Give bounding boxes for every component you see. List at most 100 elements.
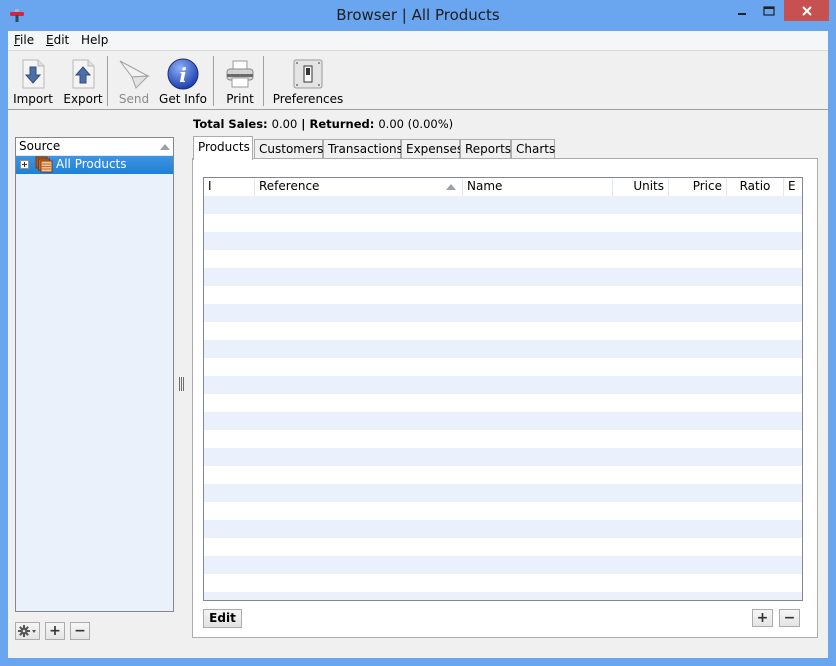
column-header-price[interactable]: Price [669,178,727,196]
menu-file[interactable]: File [14,33,34,47]
table-header: I Reference Name Units Price Ratio E [204,178,802,196]
totals-summary: Total Sales: 0.00 | Returned: 0.00 (0.00… [193,117,453,131]
empty-table-row [204,448,802,466]
gear-dropdown-icon [17,625,36,637]
empty-table-row [204,412,802,430]
expand-icon[interactable] [20,160,29,169]
print-button[interactable]: Print [218,54,262,108]
add-product-button[interactable]: + [752,609,773,627]
empty-table-row [204,322,802,340]
minimize-icon [738,12,746,15]
product-stack-icon [35,156,53,173]
tab-products[interactable]: Products [193,136,253,160]
empty-table-row [204,340,802,358]
column-header-ratio[interactable]: Ratio [727,178,784,196]
source-item-label: All Products [56,157,127,171]
preferences-button[interactable]: Preferences [268,54,348,108]
column-header-i[interactable]: I [204,178,255,196]
tab-customers[interactable]: Customers [254,139,324,159]
empty-table-row [204,520,802,538]
empty-table-row [204,484,802,502]
empty-table-row [204,376,802,394]
menu-bar: File Edit Help [8,31,828,51]
close-button[interactable] [784,0,829,21]
menu-edit-label: dit [53,33,70,47]
source-add-button[interactable]: + [45,622,65,640]
column-header-name[interactable]: Name [463,178,613,196]
empty-table-row [204,214,802,232]
toolbar-separator [107,56,108,106]
empty-table-row [204,394,802,412]
totals-separator: | [301,117,306,131]
menu-help-label: Help [81,33,109,47]
returned-label: Returned: [309,117,375,131]
minimize-button[interactable] [729,0,755,21]
preferences-label: Preferences [272,92,344,106]
source-list[interactable]: Source All Products [15,137,174,612]
tab-charts[interactable]: Charts [511,139,555,159]
client-area: File Edit Help Import Export Send i Get … [8,31,828,658]
export-button[interactable]: Export [60,54,106,108]
tab-expenses[interactable]: Expenses [401,139,463,159]
window-title: Browser | All Products [336,6,500,24]
menu-edit[interactable]: Edit [46,33,69,47]
column-header-e[interactable]: E [784,178,802,196]
returned-value: 0.00 (0.00%) [378,117,454,131]
empty-table-row [204,592,802,600]
close-icon [801,5,812,16]
menu-edit-mnemonic: E [46,33,54,47]
empty-table-row [204,502,802,520]
toolbar: Import Export Send i Get Info Print Pref… [8,52,828,110]
source-item-all-products[interactable]: All Products [16,156,173,174]
total-sales-label: Total Sales: [193,117,268,131]
source-actions-button[interactable] [15,622,40,640]
sort-ascending-icon [446,184,456,190]
export-icon [72,59,95,89]
empty-table-row [204,466,802,484]
import-label: Import [13,92,53,106]
title-bar[interactable]: Browser | All Products [0,0,836,31]
get-info-label: Get Info [159,92,207,106]
products-tab-panel: I Reference Name Units Price Ratio E Edi… [192,158,818,638]
empty-table-row [204,250,802,268]
column-header-reference[interactable]: Reference [255,178,463,196]
get-info-button[interactable]: i Get Info [158,54,208,108]
menu-help[interactable]: Help [81,33,108,47]
maximize-icon [763,5,775,16]
source-remove-button[interactable]: − [70,622,90,640]
empty-table-row [204,538,802,556]
empty-table-row [204,286,802,304]
info-icon: i [167,58,199,90]
column-header-units[interactable]: Units [613,178,669,196]
sort-ascending-icon [160,144,170,150]
switch-icon [293,59,323,89]
remove-product-button[interactable]: − [779,609,800,627]
source-header[interactable]: Source [16,138,173,156]
edit-button[interactable]: Edit [203,609,242,628]
empty-table-row [204,574,802,592]
products-table[interactable]: I Reference Name Units Price Ratio E [203,177,803,601]
empty-table-row [204,268,802,286]
table-body [204,196,802,600]
import-icon [22,59,45,89]
export-label: Export [63,92,103,106]
tab-transactions[interactable]: Transactions [323,139,403,159]
paper-plane-icon [119,60,150,89]
tab-reports[interactable]: Reports [460,139,511,159]
app-window: Browser | All Products File Edit Help Im… [0,0,836,666]
splitter-handle[interactable] [179,377,185,391]
empty-table-row [204,232,802,250]
send-button[interactable]: Send [112,54,156,108]
column-header-reference-label: Reference [259,179,320,193]
import-button[interactable]: Import [10,54,56,108]
empty-table-row [204,556,802,574]
send-label: Send [118,92,150,106]
svg-text:i: i [179,63,187,87]
toolbar-separator [213,56,214,106]
empty-table-row [204,430,802,448]
toolbar-separator [263,56,264,106]
maximize-button[interactable] [756,0,782,21]
print-label: Print [226,92,254,106]
empty-table-row [204,196,802,214]
source-header-label: Source [19,139,61,153]
